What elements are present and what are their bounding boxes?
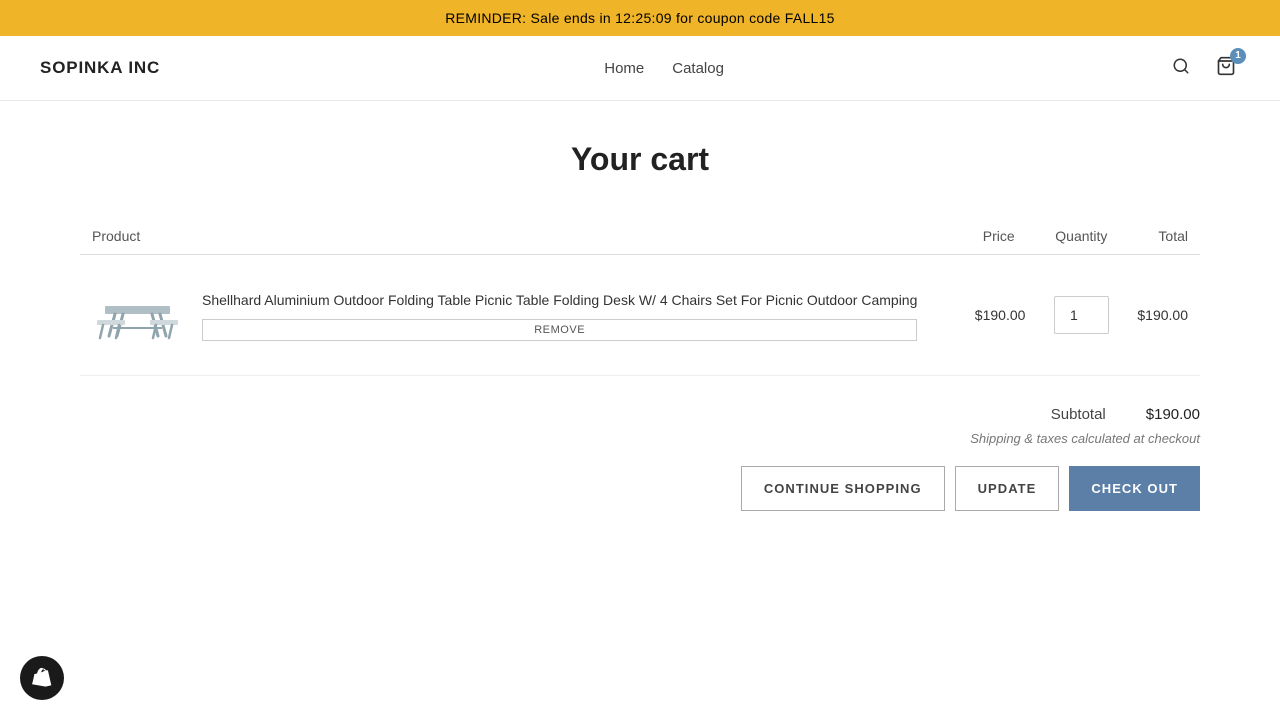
- remove-button[interactable]: REMOVE: [202, 319, 917, 341]
- banner-text: REMINDER: Sale ends in 12:25:09 for coup…: [445, 10, 834, 26]
- checkout-button[interactable]: CHECK OUT: [1069, 466, 1200, 511]
- product-name: Shellhard Aluminium Outdoor Folding Tabl…: [202, 290, 917, 311]
- cart-summary: Subtotal $190.00 Shipping & taxes calcul…: [80, 406, 1200, 446]
- table-row: Shellhard Aluminium Outdoor Folding Tabl…: [80, 255, 1200, 376]
- quantity-input[interactable]: [1054, 296, 1109, 334]
- subtotal-value: $190.00: [1146, 406, 1200, 423]
- svg-text:S: S: [39, 675, 45, 685]
- nav-catalog[interactable]: Catalog: [672, 60, 724, 77]
- price-cell: $190.00: [963, 255, 1041, 376]
- header-actions: 1: [1168, 52, 1240, 85]
- product-cell: Shellhard Aluminium Outdoor Folding Tabl…: [80, 255, 963, 376]
- cart-button[interactable]: 1: [1212, 52, 1240, 85]
- main-nav: Home Catalog: [604, 60, 724, 77]
- cart-table-body: Shellhard Aluminium Outdoor Folding Tabl…: [80, 255, 1200, 376]
- shipping-note: Shipping & taxes calculated at checkout: [970, 431, 1200, 446]
- th-price: Price: [963, 218, 1041, 255]
- search-icon: [1172, 57, 1190, 75]
- subtotal-label: Subtotal: [1051, 406, 1106, 423]
- shopify-icon: S: [29, 665, 55, 691]
- cart-table-header: Product Price Quantity Total: [80, 218, 1200, 255]
- product-image: [92, 275, 182, 355]
- product-info: Shellhard Aluminium Outdoor Folding Tabl…: [202, 290, 917, 341]
- page-title: Your cart: [80, 141, 1200, 178]
- site-logo: SOPINKA INC: [40, 58, 160, 78]
- th-total: Total: [1122, 218, 1200, 255]
- shopify-badge[interactable]: S: [20, 656, 64, 700]
- qty-cell: [1040, 255, 1122, 376]
- cart-badge: 1: [1230, 48, 1246, 64]
- th-quantity: Quantity: [1040, 218, 1122, 255]
- sale-banner: REMINDER: Sale ends in 12:25:09 for coup…: [0, 0, 1280, 36]
- update-button[interactable]: UPDATE: [955, 466, 1060, 511]
- subtotal-row: Subtotal $190.00: [1051, 406, 1200, 423]
- main-content: Your cart Product Price Quantity Total: [40, 101, 1240, 571]
- cart-table: Product Price Quantity Total: [80, 218, 1200, 376]
- cart-actions: CONTINUE SHOPPING UPDATE CHECK OUT: [80, 466, 1200, 511]
- continue-shopping-button[interactable]: CONTINUE SHOPPING: [741, 466, 945, 511]
- site-header: SOPINKA INC Home Catalog 1: [0, 36, 1280, 101]
- product-image-svg: [95, 278, 180, 353]
- th-product: Product: [80, 218, 963, 255]
- nav-home[interactable]: Home: [604, 60, 644, 77]
- search-button[interactable]: [1168, 53, 1194, 84]
- total-cell: $190.00: [1122, 255, 1200, 376]
